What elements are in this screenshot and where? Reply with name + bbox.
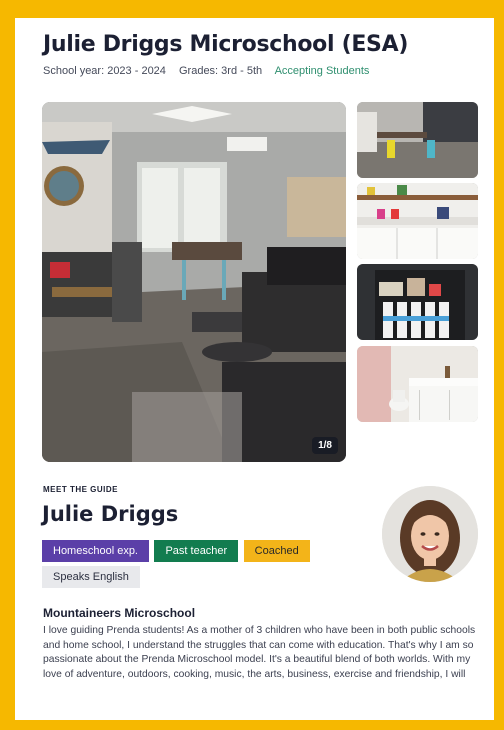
thumbnail-classroom[interactable] bbox=[357, 102, 478, 178]
thumbnail-supplies[interactable] bbox=[357, 264, 478, 340]
tag-past-teacher: Past teacher bbox=[154, 540, 239, 562]
grades: Grades: 3rd - 5th bbox=[178, 65, 263, 77]
school-year: School year: 2023 - 2024 bbox=[43, 65, 166, 77]
guide-portrait bbox=[382, 486, 478, 582]
main-photo[interactable]: 1/8 bbox=[42, 102, 346, 462]
photo-counter: 1/8 bbox=[312, 437, 338, 454]
supply-shelf-photo bbox=[357, 264, 478, 340]
classroom-photo bbox=[357, 102, 478, 178]
bathroom-photo bbox=[357, 346, 478, 422]
tag-homeschool-exp: Homeschool exp. bbox=[42, 540, 149, 562]
status-badge: Accepting Students bbox=[274, 65, 370, 77]
kitchen-shelf-photo bbox=[357, 183, 478, 259]
tag-speaks-english: Speaks English bbox=[42, 566, 140, 588]
page-title: Julie Driggs Microschool (ESA) bbox=[43, 32, 409, 57]
thumbnail-bathroom[interactable] bbox=[357, 346, 478, 422]
tag-coached: Coached bbox=[243, 540, 310, 562]
thumbnail-kitchen[interactable] bbox=[357, 183, 478, 259]
microschool-card: Julie Driggs Microschool (ESA) School ye… bbox=[15, 18, 494, 720]
school-heading: Mountaineers Microschool bbox=[43, 606, 196, 620]
meet-guide-eyebrow: MEET THE GUIDE bbox=[43, 485, 119, 494]
guide-name: Julie Driggs bbox=[42, 502, 179, 526]
living-room-photo bbox=[42, 102, 346, 462]
school-meta: School year: 2023 - 2024 Grades: 3rd - 5… bbox=[43, 65, 379, 77]
avatar bbox=[382, 486, 478, 582]
guide-tags: Homeschool exp. Past teacher Coached Spe… bbox=[42, 540, 372, 592]
guide-bio: I love guiding Prenda students! As a mot… bbox=[43, 625, 476, 680]
